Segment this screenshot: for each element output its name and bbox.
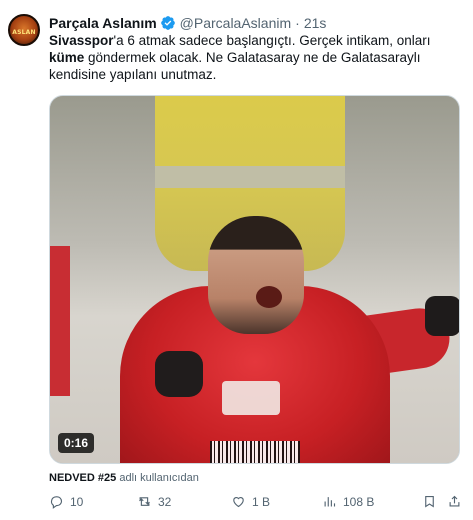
bookmark-icon xyxy=(425,495,434,508)
tweet-text-bold-2: küme xyxy=(49,50,85,65)
attribution-suffix: adlı kullanıcıdan xyxy=(119,472,199,484)
retweet-count: 32 xyxy=(158,494,172,509)
tweet-text: Sivasspor'a 6 atmak sadece başlangıçtı. … xyxy=(49,32,461,83)
handle[interactable]: @ParcalaAslanim xyxy=(180,15,291,31)
tweet-text-bold-1: Sivasspor xyxy=(49,33,114,48)
bookmark-button[interactable] xyxy=(422,494,443,509)
views-button[interactable]: 108 B xyxy=(322,494,374,509)
action-bar: 10 32 1 B 108 B xyxy=(49,494,461,514)
reply-icon xyxy=(50,496,63,509)
attribution-user[interactable]: NEDVED #25 xyxy=(49,472,116,484)
retweet-button[interactable]: 32 xyxy=(137,494,171,509)
video-frame xyxy=(50,96,459,463)
like-button[interactable]: 1 B xyxy=(231,494,270,509)
display-name[interactable]: Parçala Aslanım xyxy=(49,15,157,31)
retweet-icon xyxy=(139,497,150,506)
barcode-overlay xyxy=(210,441,300,463)
reply-count: 10 xyxy=(70,494,84,509)
video-duration-badge: 0:16 xyxy=(58,433,95,453)
timestamp[interactable]: 21s xyxy=(304,15,327,31)
reply-button[interactable]: 10 xyxy=(49,494,83,509)
share-button[interactable] xyxy=(447,494,468,509)
avatar[interactable]: ASLAN xyxy=(8,14,40,46)
views-count: 108 B xyxy=(343,494,375,509)
tweet-card[interactable]: ASLAN Parçala Aslanım @ParcalaAslanim · … xyxy=(0,0,473,520)
video-attribution: NEDVED #25 adlı kullanıcıdan xyxy=(49,472,199,484)
tweet-header: Parçala Aslanım @ParcalaAslanim · 21s xyxy=(49,14,326,32)
verified-badge-icon xyxy=(160,15,176,31)
tweet-text-1: 'a 6 atmak sadece başlangıçtı. Gerçek in… xyxy=(113,33,431,48)
like-count: 1 B xyxy=(252,494,271,509)
share-icon xyxy=(449,495,460,507)
views-chart-icon xyxy=(324,497,336,507)
tweet-text-2: göndermek olacak. Ne Galatasaray ne de G… xyxy=(49,50,421,82)
heart-icon xyxy=(233,497,244,508)
video-player[interactable]: 0:16 xyxy=(49,95,460,464)
avatar-logo-text: ASLAN xyxy=(12,29,36,36)
separator-dot: · xyxy=(295,15,300,31)
